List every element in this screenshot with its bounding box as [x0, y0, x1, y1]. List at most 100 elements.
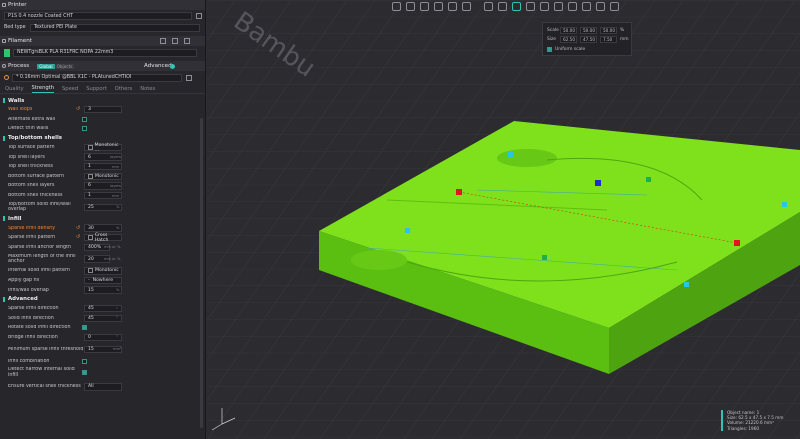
add-object-icon[interactable] [392, 2, 401, 11]
gizmo-handle-cyan-2[interactable] [405, 228, 410, 233]
scale-x-input[interactable]: 50.00 [560, 27, 577, 34]
filament-select[interactable]: NEWTgrsBLK PLA R31FRC NOPA 22mm3 [13, 48, 197, 57]
orient-icon[interactable] [420, 2, 429, 11]
paint-icon[interactable] [434, 2, 443, 11]
remove-filament-icon[interactable] [172, 38, 178, 44]
wall-loops-input[interactable]: 3 [84, 106, 122, 114]
scene[interactable]: Bambu [207, 0, 800, 439]
printer-icon [2, 3, 6, 7]
advanced-toggle[interactable] [170, 64, 175, 69]
gizmo-handle-cyan-1[interactable] [508, 152, 513, 157]
gizmo-handle-green-1[interactable] [542, 255, 547, 260]
sparse-pattern-option: Sparse infill pattern ↺ Cross Hatch [0, 233, 205, 243]
scale-icon[interactable] [512, 2, 521, 11]
top-surface-pattern-select[interactable]: Monotonic ... [84, 143, 122, 153]
process-profile-select[interactable]: * 0.16mm Optimal @BBL X1C - PLAtunedCHTI… [12, 73, 182, 82]
filament-color-swatch[interactable] [4, 48, 10, 57]
bed-type-row: Bed type Textured PEI Plate [0, 22, 205, 33]
bottom-surface-pattern-select[interactable]: Monotonic [84, 172, 122, 181]
gizmo-handle-blue[interactable] [595, 180, 601, 186]
bottom-surface-pattern-label: Bottom surface pattern [8, 173, 64, 179]
scale-z-input[interactable]: 50.00 [600, 27, 617, 34]
gizmo-handle-cyan-4[interactable] [684, 282, 689, 287]
sparse-density-option: Sparse infill density ↺ 30 % [0, 223, 205, 233]
support-paint-icon[interactable] [554, 2, 563, 11]
cut-icon[interactable] [540, 2, 549, 11]
bottom-surface-pattern-option: Bottom surface pattern Monotonic [0, 172, 205, 182]
bridge-direction-unit: ° [116, 335, 118, 340]
walls-group-title: Walls [0, 96, 205, 105]
top-surface-pattern-label: Top surface pattern [8, 145, 55, 151]
layers-icon[interactable] [462, 2, 471, 11]
global-toggle[interactable]: Global [37, 63, 55, 69]
solid-infill-overlap-unit: % [116, 205, 120, 210]
tab-notes[interactable]: Notes [140, 86, 155, 92]
process-icon [2, 64, 6, 68]
bridge-direction-label: Bridge infill direction [8, 334, 58, 340]
gap-fill-dash: - [88, 278, 90, 283]
size-x-input[interactable]: 62.50 [560, 36, 577, 43]
reset-wall-loops-icon[interactable]: ↺ [76, 107, 81, 112]
sparse-density-label: Sparse infill density [8, 225, 56, 231]
tab-strength[interactable]: Strength [31, 85, 54, 93]
tab-others[interactable]: Others [115, 86, 132, 92]
filament-section-header[interactable]: Filament [0, 36, 205, 46]
filament-row: NEWTgrsBLK PLA R31FRC NOPA 22mm3 [0, 46, 205, 59]
rotate-solid-checkbox[interactable] [82, 325, 87, 331]
gap-fill-select[interactable]: - Nowhere [84, 276, 122, 285]
size-y-input[interactable]: 47.50 [580, 36, 597, 43]
rotate-icon[interactable] [498, 2, 507, 11]
reset-sparse-pattern-icon[interactable]: ↺ [76, 235, 81, 240]
max-anchor-unit: mm or % [104, 257, 121, 262]
move-icon[interactable] [484, 2, 493, 11]
alternate-extra-wall-label: Alternate extra wall [8, 116, 56, 122]
seam-paint-icon[interactable] [568, 2, 577, 11]
detect-thin-walls-option: Detect thin walls [0, 124, 205, 134]
size-row: Size 62.50 47.50 7.50 mm [547, 36, 629, 43]
gizmo-handle-green-2[interactable] [646, 177, 651, 182]
detect-thin-walls-checkbox[interactable] [82, 126, 87, 132]
measure-icon[interactable] [596, 2, 605, 11]
top-shell-layers-option: Top shell layers 6 layers [0, 152, 205, 162]
detect-narrow-option: Detect narrow internal solid infill [0, 366, 205, 380]
printer-select[interactable]: P1S 0.4 nozzle Coated CHT [4, 12, 192, 20]
reset-sparse-density-icon[interactable]: ↺ [76, 225, 81, 231]
text-icon[interactable] [582, 2, 591, 11]
lay-on-face-icon[interactable] [526, 2, 535, 11]
infill-wall-overlap-unit: % [116, 288, 120, 293]
save-profile-icon[interactable] [186, 74, 192, 81]
printer-section-header[interactable]: Printer [0, 0, 205, 10]
edit-printer-icon[interactable] [196, 13, 202, 19]
size-z-input[interactable]: 7.50 [600, 36, 617, 43]
tab-quality[interactable]: Quality [5, 86, 24, 92]
alternate-extra-wall-checkbox[interactable] [82, 116, 87, 122]
scale-label: Scale [547, 28, 559, 33]
solid-direction-unit: ° [116, 316, 118, 321]
ensure-vertical-select[interactable]: All [84, 383, 122, 391]
top-bottom-group-title: Top/bottom shells [0, 134, 205, 143]
3d-viewport[interactable]: Bambu Scale 50.00 50.00 50.00 % Size 62.… [207, 0, 800, 439]
gizmo-handle-cyan-3[interactable] [782, 202, 787, 207]
assembly-icon[interactable] [610, 2, 619, 11]
objects-toggle[interactable]: Objects [54, 63, 75, 69]
bed-type-select[interactable]: Textured PEI Plate [30, 23, 200, 32]
internal-solid-pattern-select[interactable]: Monotonic [84, 267, 122, 275]
sync-filament-icon[interactable] [184, 38, 190, 44]
settings-scrollbar[interactable] [200, 118, 203, 428]
sparse-direction-label: Sparse infill direction [8, 306, 59, 312]
add-filament-icon[interactable] [160, 38, 166, 44]
infill-combination-option: Infill combination [0, 356, 205, 366]
uniform-scale-checkbox[interactable] [547, 47, 552, 52]
arrange-icon[interactable] [406, 2, 415, 11]
scale-y-input[interactable]: 50.00 [580, 27, 597, 34]
bed-type-value: Textured PEI Plate [34, 25, 77, 30]
detect-narrow-checkbox[interactable] [82, 370, 87, 376]
sparse-pattern-select[interactable]: Cross Hatch [84, 233, 122, 243]
split-icon[interactable] [448, 2, 457, 11]
top-surface-pattern-option: Top surface pattern Monotonic ... [0, 143, 205, 153]
rotate-solid-option: Rotate solid infill direction [0, 323, 205, 333]
infill-combination-checkbox[interactable] [82, 358, 87, 364]
tab-speed[interactable]: Speed [62, 86, 78, 92]
tab-support[interactable]: Support [86, 86, 107, 92]
process-profile-row: * 0.16mm Optimal @BBL X1C - PLAtunedCHTI… [0, 71, 205, 84]
